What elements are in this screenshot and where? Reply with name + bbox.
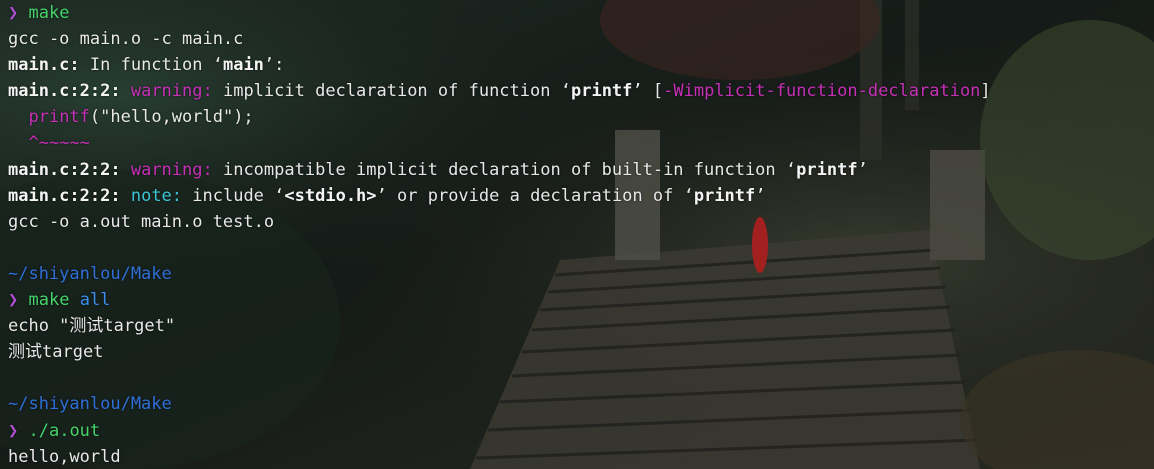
function-name: printf [796, 159, 858, 180]
cwd-path: ~/shiyanlou/Make [8, 263, 172, 284]
note-line: main.c:2:2: note: include ‘<stdio.h>’ or… [8, 183, 1154, 209]
quote: ’ [376, 185, 387, 206]
quote: ’: [263, 55, 285, 76]
warning-label: warning: [130, 81, 213, 102]
output-text: In function [79, 55, 213, 76]
output-line: gcc -o a.out main.o test.o [8, 211, 275, 232]
warning-line: main.c:2:2: warning: incompatible implic… [8, 157, 1154, 183]
prompt-chevron-icon: ❯ [8, 290, 19, 311]
note-message: or provide a declaration of [386, 185, 684, 206]
warning-flag: -Wimplicit-function-declaration [663, 81, 981, 102]
bracket: [ [642, 81, 664, 102]
warning-message: implicit declaration of function [212, 81, 561, 102]
note-label: note: [130, 185, 183, 206]
output-line: hello,world [8, 446, 121, 467]
source-text: ("hello,world"); [89, 107, 254, 128]
caret-line: ^~~~~~ [8, 130, 1154, 156]
command-text: ./a.out [28, 420, 101, 441]
quote: ’ [857, 159, 868, 180]
command-text: make [28, 290, 70, 311]
caret-marker: ^~~~~~ [28, 133, 90, 154]
command-argument: all [79, 290, 111, 311]
terminal-window[interactable]: ❯ make gcc -o main.o -c main.c main.c: I… [0, 0, 1154, 469]
output-line: echo "测试target" [8, 316, 176, 337]
source-line: printf("hello,world"); [8, 104, 1154, 130]
cwd-path: ~/shiyanlou/Make [8, 394, 172, 415]
quote: ‘ [274, 185, 285, 206]
prompt-line: ❯ ./a.out [8, 418, 1154, 444]
quote: ’ [755, 185, 766, 206]
location-label: main.c:2:2: [8, 159, 121, 180]
quote: ‘ [560, 81, 571, 102]
note-message: include [182, 185, 275, 206]
function-name: main [222, 55, 264, 76]
terminal-output: ❯ make gcc -o main.o -c main.c main.c: I… [0, 0, 1154, 469]
output-line: gcc -o main.o -c main.c [8, 29, 244, 50]
output-line: 测试target [8, 342, 104, 363]
warning-label: warning: [130, 159, 213, 180]
output-line: main.c: In function ‘main’: [8, 52, 1154, 78]
quote: ’ [632, 81, 643, 102]
prompt-line: ❯ make [8, 0, 1154, 26]
function-name: printf [693, 185, 756, 206]
prompt-line: ❯ make all [8, 287, 1154, 313]
header-name: <stdio.h> [284, 185, 377, 206]
command-text: make [28, 3, 70, 23]
quote: ‘ [212, 55, 223, 76]
quote: ‘ [683, 185, 694, 206]
location-label: main.c:2:2: [8, 81, 121, 102]
bracket: ] [980, 81, 991, 102]
file-label: main.c: [8, 55, 80, 76]
warning-line: main.c:2:2: warning: implicit declaratio… [8, 78, 1154, 104]
function-name: printf [570, 81, 633, 102]
quote: ‘ [785, 159, 797, 180]
warning-message: incompatible implicit declaration of bui… [212, 159, 786, 180]
highlighted-function: printf [28, 107, 90, 128]
prompt-chevron-icon: ❯ [8, 3, 19, 23]
location-label: main.c:2:2: [8, 185, 121, 206]
prompt-chevron-icon: ❯ [8, 420, 19, 441]
